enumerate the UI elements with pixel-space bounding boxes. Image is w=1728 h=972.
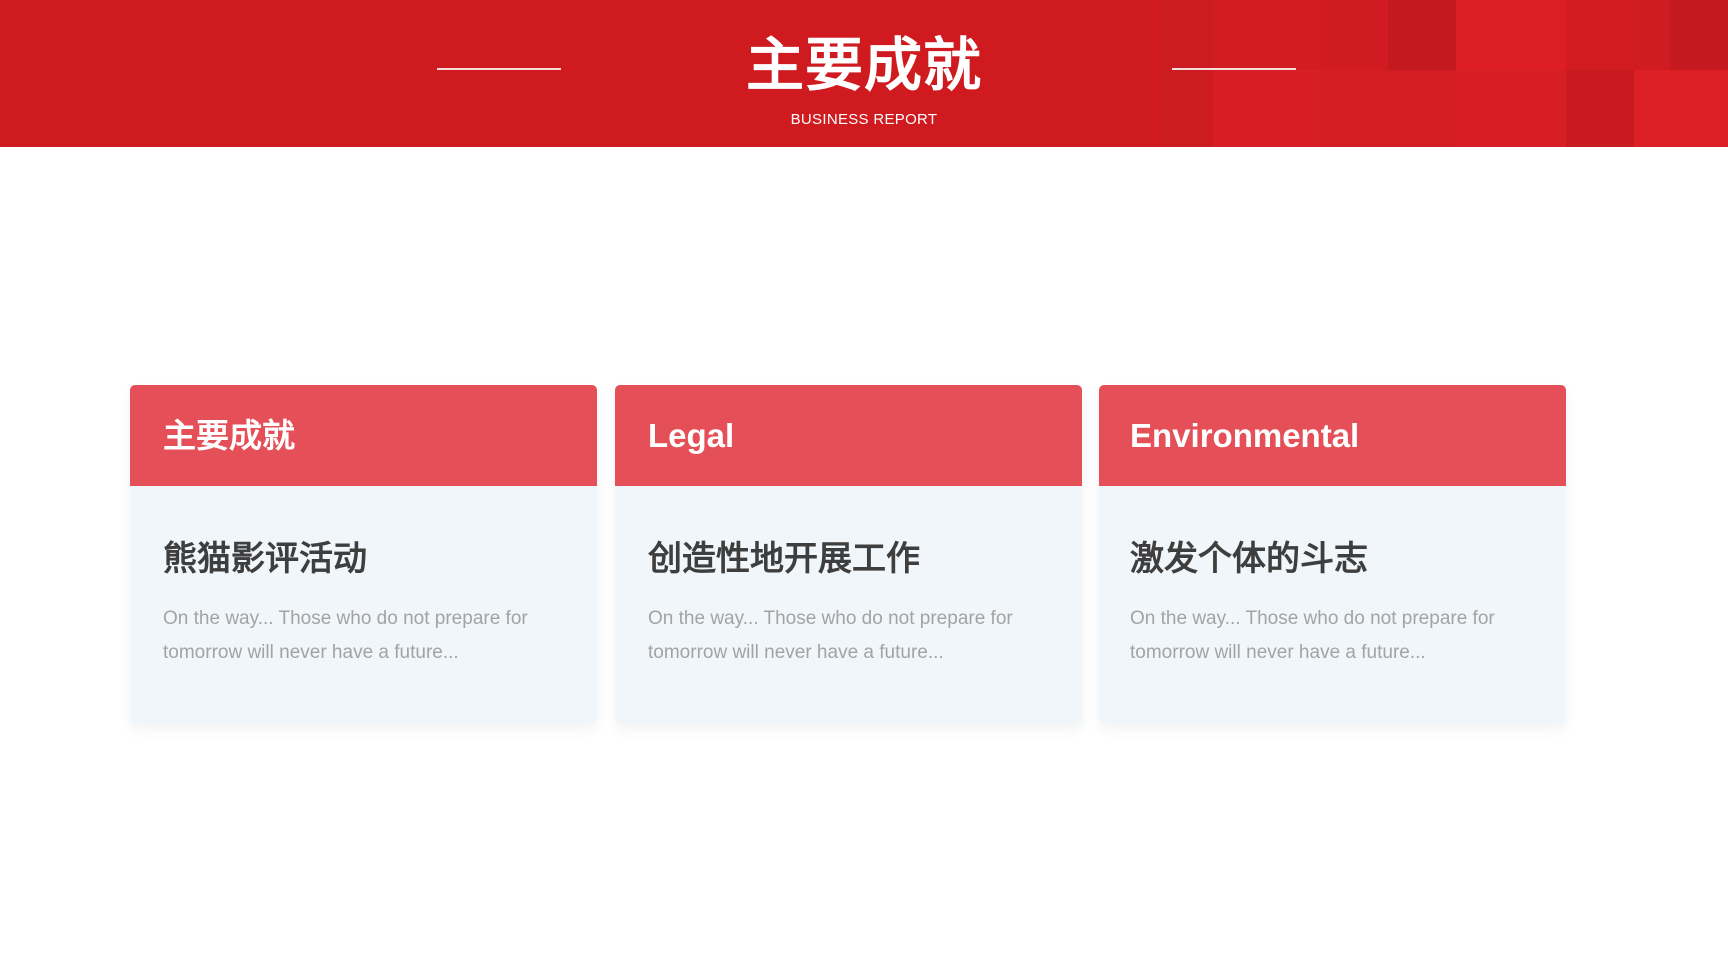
achievement-card-2: Legal 创造性地开展工作 On the way... Those who d…	[615, 385, 1082, 724]
card-description: On the way... Those who do not prepare f…	[163, 608, 528, 663]
card-description: On the way... Those who do not prepare f…	[1130, 608, 1495, 663]
card-description: On the way... Those who do not prepare f…	[648, 608, 1013, 663]
card-heading: Legal	[615, 385, 1082, 486]
card-heading: Environmental	[1099, 385, 1566, 486]
achievement-card-3: Environmental 激发个体的斗志 On the way... Thos…	[1099, 385, 1566, 724]
card-title: 熊猫影评活动	[163, 540, 367, 578]
card-heading: 主要成就	[130, 385, 597, 486]
card-title: 激发个体的斗志	[1130, 540, 1368, 578]
page-title: 主要成就	[745, 33, 982, 98]
page-subtitle: BUSINESS REPORT	[790, 111, 938, 128]
achievement-card-1: 主要成就 熊猫影评活动 On the way... Those who do n…	[130, 385, 597, 724]
card-title: 创造性地开展工作	[648, 540, 920, 578]
header-banner: 主要成就 BUSINESS REPORT	[0, 0, 1728, 147]
